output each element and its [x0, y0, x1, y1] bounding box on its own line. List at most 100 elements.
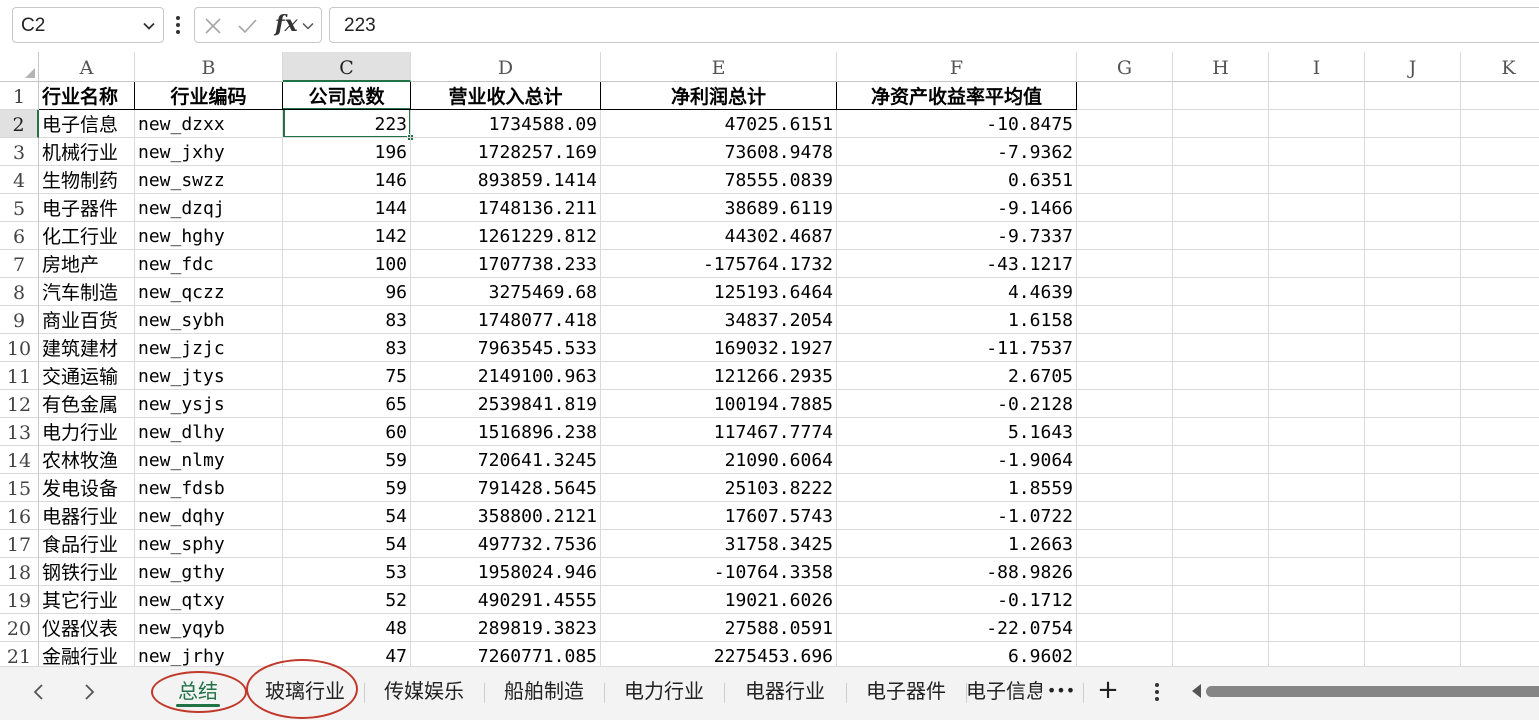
net-profit-cell[interactable]: 25103.8222 — [601, 474, 837, 502]
net-profit-cell[interactable]: 121266.2935 — [601, 362, 837, 390]
industry-code-cell[interactable]: new_hghy — [135, 222, 283, 250]
empty-cell[interactable] — [1461, 558, 1539, 586]
column-header-f[interactable]: F — [837, 52, 1077, 82]
sheet-tab[interactable]: 电力行业 — [604, 675, 724, 709]
column-header-b[interactable]: B — [135, 52, 283, 82]
empty-cell[interactable] — [1365, 614, 1461, 642]
company-count-cell[interactable]: 100 — [283, 250, 411, 278]
roe-cell[interactable]: -1.0722 — [837, 502, 1077, 530]
revenue-cell[interactable]: 2539841.819 — [411, 390, 601, 418]
horizontal-scrollbar[interactable] — [1192, 681, 1539, 701]
empty-cell[interactable] — [1173, 306, 1269, 334]
industry-name-cell[interactable]: 电子器件 — [39, 194, 135, 222]
insert-function-button[interactable]: fx — [275, 11, 298, 37]
net-profit-cell[interactable]: 100194.7885 — [601, 390, 837, 418]
empty-cell[interactable] — [1269, 334, 1365, 362]
company-count-cell[interactable]: 65 — [283, 390, 411, 418]
industry-code-cell[interactable]: new_jrhy — [135, 642, 283, 666]
empty-cell[interactable] — [1461, 334, 1539, 362]
column-header-g[interactable]: G — [1077, 52, 1173, 82]
company-count-cell[interactable]: 59 — [283, 474, 411, 502]
industry-code-cell[interactable]: new_fdc — [135, 250, 283, 278]
roe-cell[interactable]: 2.6705 — [837, 362, 1077, 390]
roe-cell[interactable]: -43.1217 — [837, 250, 1077, 278]
empty-cell[interactable] — [1173, 614, 1269, 642]
empty-cell[interactable] — [1077, 586, 1173, 614]
industry-name-cell[interactable]: 其它行业 — [39, 586, 135, 614]
empty-cell[interactable] — [1461, 446, 1539, 474]
company-count-cell[interactable]: 48 — [283, 614, 411, 642]
empty-cell[interactable] — [1173, 558, 1269, 586]
roe-cell[interactable]: -7.9362 — [837, 138, 1077, 166]
sheet-tab[interactable]: 玻璃行业 — [246, 675, 364, 709]
empty-cell[interactable] — [1173, 530, 1269, 558]
company-count-cell[interactable]: 75 — [283, 362, 411, 390]
revenue-cell[interactable]: 1707738.233 — [411, 250, 601, 278]
chevron-right-icon[interactable] — [74, 677, 104, 707]
empty-cell[interactable] — [1269, 558, 1365, 586]
row-header[interactable]: 15 — [0, 474, 39, 502]
row-header[interactable]: 20 — [0, 614, 39, 642]
revenue-cell[interactable]: 893859.1414 — [411, 166, 601, 194]
sheet-tab[interactable]: 总结 — [150, 675, 246, 709]
empty-cell[interactable] — [1461, 642, 1539, 666]
roe-cell[interactable]: 4.4639 — [837, 278, 1077, 306]
more-sheets-button[interactable]: ••• — [1042, 675, 1080, 709]
industry-code-cell[interactable]: new_dzxx — [135, 110, 283, 138]
net-profit-cell[interactable]: 38689.6119 — [601, 194, 837, 222]
empty-cell[interactable] — [1269, 138, 1365, 166]
company-count-cell[interactable]: 54 — [283, 530, 411, 558]
revenue-cell[interactable]: 358800.2121 — [411, 502, 601, 530]
roe-cell[interactable]: -9.1466 — [837, 194, 1077, 222]
row-header[interactable]: 3 — [0, 138, 39, 166]
company-count-cell[interactable]: 146 — [283, 166, 411, 194]
column-header-i[interactable]: I — [1269, 52, 1365, 82]
column-header-c[interactable]: C — [283, 52, 411, 82]
industry-code-cell[interactable]: new_swzz — [135, 166, 283, 194]
empty-cell[interactable] — [1365, 278, 1461, 306]
formula-value[interactable]: 223 — [344, 15, 376, 37]
net-profit-cell[interactable]: 125193.6464 — [601, 278, 837, 306]
industry-name-cell[interactable]: 有色金属 — [39, 390, 135, 418]
industry-code-cell[interactable]: new_qtxy — [135, 586, 283, 614]
industry-name-cell[interactable]: 化工行业 — [39, 222, 135, 250]
empty-cell[interactable] — [1077, 278, 1173, 306]
industry-name-cell[interactable]: 电子信息 — [39, 110, 135, 138]
net-profit-cell[interactable]: 78555.0839 — [601, 166, 837, 194]
empty-cell[interactable] — [1269, 474, 1365, 502]
empty-cell[interactable] — [1269, 362, 1365, 390]
header-cell[interactable]: 营业收入总计 — [411, 82, 601, 110]
industry-name-cell[interactable]: 钢铁行业 — [39, 558, 135, 586]
empty-cell[interactable] — [1461, 194, 1539, 222]
scrollbar-thumb[interactable] — [1206, 686, 1539, 697]
empty-cell[interactable] — [1365, 530, 1461, 558]
empty-cell[interactable] — [1173, 82, 1269, 110]
empty-cell[interactable] — [1365, 586, 1461, 614]
industry-name-cell[interactable]: 建筑建材 — [39, 334, 135, 362]
empty-cell[interactable] — [1077, 390, 1173, 418]
row-header[interactable]: 12 — [0, 390, 39, 418]
revenue-cell[interactable]: 1728257.169 — [411, 138, 601, 166]
net-profit-cell[interactable]: 169032.1927 — [601, 334, 837, 362]
sheet-tab[interactable]: 电子器件 — [846, 675, 966, 709]
empty-cell[interactable] — [1365, 362, 1461, 390]
empty-cell[interactable] — [1365, 474, 1461, 502]
empty-cell[interactable] — [1461, 222, 1539, 250]
company-count-cell[interactable]: 96 — [283, 278, 411, 306]
revenue-cell[interactable]: 7963545.533 — [411, 334, 601, 362]
column-header-j[interactable]: J — [1365, 52, 1461, 82]
industry-code-cell[interactable]: new_nlmy — [135, 446, 283, 474]
industry-code-cell[interactable]: new_jxhy — [135, 138, 283, 166]
empty-cell[interactable] — [1077, 334, 1173, 362]
empty-cell[interactable] — [1173, 362, 1269, 390]
company-count-cell[interactable]: 83 — [283, 334, 411, 362]
revenue-cell[interactable]: 791428.5645 — [411, 474, 601, 502]
row-header[interactable]: 8 — [0, 278, 39, 306]
empty-cell[interactable] — [1269, 194, 1365, 222]
revenue-cell[interactable]: 1734588.09 — [411, 110, 601, 138]
row-header[interactable]: 11 — [0, 362, 39, 390]
company-count-cell[interactable]: 54 — [283, 502, 411, 530]
industry-code-cell[interactable]: new_sybh — [135, 306, 283, 334]
chevron-down-icon[interactable] — [301, 19, 315, 33]
empty-cell[interactable] — [1077, 250, 1173, 278]
